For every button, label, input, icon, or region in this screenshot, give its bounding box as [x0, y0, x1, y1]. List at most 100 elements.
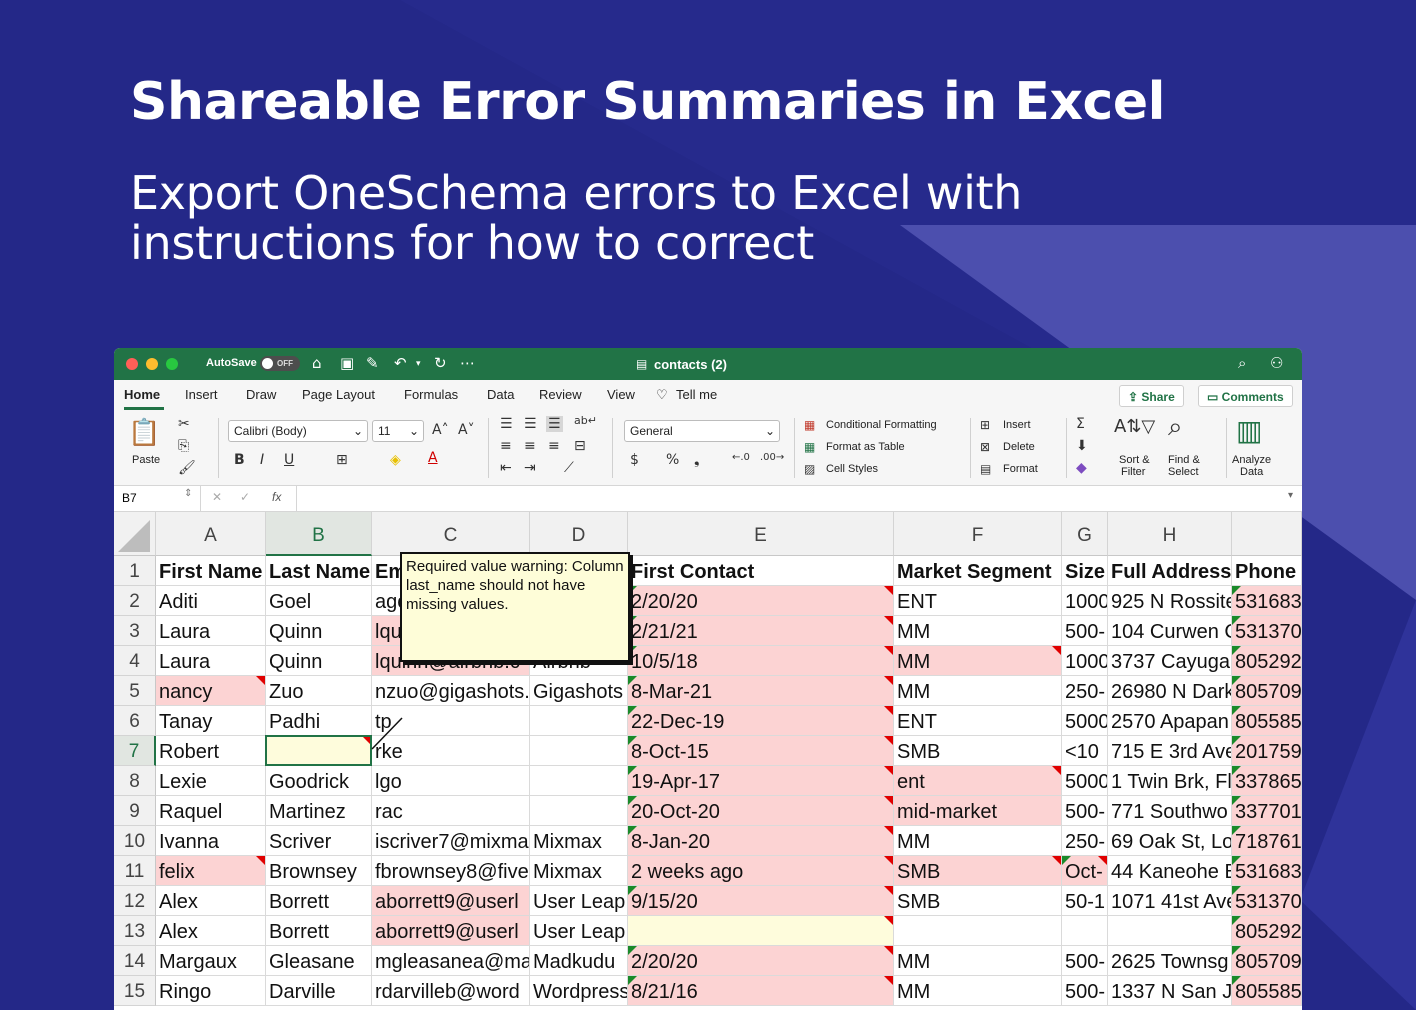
- cell-f14[interactable]: MM: [894, 946, 1062, 976]
- insert-button[interactable]: Insert: [1003, 419, 1031, 431]
- autosave-toggle[interactable]: OFF: [260, 356, 300, 371]
- cell-f8[interactable]: ent: [894, 766, 1062, 796]
- increase-font-icon[interactable]: A˄: [432, 422, 449, 438]
- comment-indicator-icon[interactable]: [884, 706, 893, 715]
- row-header-15[interactable]: 15: [114, 976, 156, 1006]
- tab-draw[interactable]: Draw: [246, 387, 276, 402]
- tab-review[interactable]: Review: [539, 387, 582, 402]
- cell-f9[interactable]: mid-market: [894, 796, 1062, 826]
- cell-f3[interactable]: MM: [894, 616, 1062, 646]
- cell-i13[interactable]: 805292: [1232, 916, 1302, 946]
- cell-b4[interactable]: Quinn: [266, 646, 372, 676]
- cell-c8[interactable]: lgo: [372, 766, 530, 796]
- row-header-2[interactable]: 2: [114, 586, 156, 616]
- cell-e3[interactable]: 2/21/21: [628, 616, 894, 646]
- percent-icon[interactable]: %: [666, 452, 679, 468]
- comments-button[interactable]: ▭ Comments: [1198, 385, 1293, 407]
- cell-i11[interactable]: 531683: [1232, 856, 1302, 886]
- formula-input[interactable]: [304, 486, 1284, 511]
- find-select-label-1[interactable]: Find &: [1168, 454, 1200, 466]
- cell-c13[interactable]: aborrett9@userl: [372, 916, 530, 946]
- cell-a14[interactable]: Margaux: [156, 946, 266, 976]
- fill-icon[interactable]: ⬇: [1076, 438, 1088, 454]
- comment-indicator-icon[interactable]: [884, 646, 893, 655]
- header-cell-a1[interactable]: First Name: [156, 556, 266, 586]
- row-header-1[interactable]: 1: [114, 556, 156, 586]
- cell-b5[interactable]: Zuo: [266, 676, 372, 706]
- cell-g10[interactable]: 250-: [1062, 826, 1108, 856]
- cell-g6[interactable]: 5000: [1062, 706, 1108, 736]
- row-header-12[interactable]: 12: [114, 886, 156, 916]
- paste-icon[interactable]: 📋: [128, 418, 160, 448]
- cell-g3[interactable]: 500-: [1062, 616, 1108, 646]
- fill-color-icon[interactable]: ◈: [390, 452, 401, 468]
- cell-a8[interactable]: Lexie: [156, 766, 266, 796]
- cell-h15[interactable]: 1337 N San Jo: [1108, 976, 1232, 1006]
- cell-f10[interactable]: MM: [894, 826, 1062, 856]
- row-header-8[interactable]: 8: [114, 766, 156, 796]
- cell-g12[interactable]: 50-1: [1062, 886, 1108, 916]
- wrap-text-icon[interactable]: ab↵: [574, 414, 597, 427]
- save-as-icon[interactable]: ✎: [366, 354, 379, 372]
- expand-formula-icon[interactable]: ▾: [1288, 490, 1293, 501]
- name-box-stepper-icon[interactable]: ⇕: [184, 488, 192, 499]
- cell-d8[interactable]: [530, 766, 628, 796]
- cell-d13[interactable]: User Leap: [530, 916, 628, 946]
- cell-c6[interactable]: tp: [372, 706, 530, 736]
- currency-icon[interactable]: $: [630, 452, 639, 468]
- cell-f12[interactable]: SMB: [894, 886, 1062, 916]
- cell-i14[interactable]: 805709: [1232, 946, 1302, 976]
- cell-d7[interactable]: [530, 736, 628, 766]
- find-select-label-2[interactable]: Select: [1168, 466, 1199, 478]
- row-header-9[interactable]: 9: [114, 796, 156, 826]
- tab-view[interactable]: View: [607, 387, 635, 402]
- cell-e11[interactable]: 2 weeks ago: [628, 856, 894, 886]
- analyze-data-label-2[interactable]: Data: [1240, 466, 1263, 478]
- comment-indicator-icon[interactable]: [884, 856, 893, 865]
- share-button[interactable]: ⇪ Share: [1119, 385, 1184, 407]
- cell-c12[interactable]: aborrett9@userl: [372, 886, 530, 916]
- header-cell-g1[interactable]: Size: [1062, 556, 1108, 586]
- row-header-5[interactable]: 5: [114, 676, 156, 706]
- cell-h4[interactable]: 3737 Cayuga: [1108, 646, 1232, 676]
- number-format-dropdown[interactable]: General ⌄: [624, 420, 780, 442]
- cell-a7[interactable]: Robert: [156, 736, 266, 766]
- cell-e9[interactable]: 20-Oct-20: [628, 796, 894, 826]
- row-header-13[interactable]: 13: [114, 916, 156, 946]
- cell-f4[interactable]: MM: [894, 646, 1062, 676]
- cell-g15[interactable]: 500-: [1062, 976, 1108, 1006]
- cell-e5[interactable]: 8-Mar-21: [628, 676, 894, 706]
- column-header-a[interactable]: A: [156, 512, 266, 556]
- conditional-formatting-button[interactable]: Conditional Formatting: [826, 419, 937, 431]
- cut-icon[interactable]: ✂: [178, 416, 190, 432]
- merge-icon[interactable]: ⊟: [574, 438, 586, 454]
- cell-c7[interactable]: rke: [372, 736, 530, 766]
- column-header-d[interactable]: D: [530, 512, 628, 556]
- cell-i15[interactable]: 805585: [1232, 976, 1302, 1006]
- row-header-10[interactable]: 10: [114, 826, 156, 856]
- analyze-data-label-1[interactable]: Analyze: [1232, 454, 1271, 466]
- cell-b9[interactable]: Martinez: [266, 796, 372, 826]
- cell-a3[interactable]: Laura: [156, 616, 266, 646]
- row-header-14[interactable]: 14: [114, 946, 156, 976]
- find-select-icon[interactable]: ⌕: [1168, 412, 1183, 443]
- cell-e4[interactable]: 10/5/18: [628, 646, 894, 676]
- comment-indicator-icon[interactable]: [1052, 646, 1061, 655]
- cell-b2[interactable]: Goel: [266, 586, 372, 616]
- cell-g5[interactable]: 250-: [1062, 676, 1108, 706]
- bold-icon[interactable]: B: [234, 452, 245, 468]
- cell-g7[interactable]: <10: [1062, 736, 1108, 766]
- decrease-indent-icon[interactable]: ⇤: [500, 460, 512, 476]
- align-bottom-icon[interactable]: ☰: [546, 416, 563, 432]
- cell-c9[interactable]: rac: [372, 796, 530, 826]
- cell-b6[interactable]: Padhi: [266, 706, 372, 736]
- cell-a13[interactable]: Alex: [156, 916, 266, 946]
- comment-indicator-icon[interactable]: [1052, 766, 1061, 775]
- cell-i12[interactable]: 531370: [1232, 886, 1302, 916]
- column-header-e[interactable]: E: [628, 512, 894, 556]
- font-size-dropdown[interactable]: 11 ⌄: [372, 420, 424, 442]
- cell-i6[interactable]: 805585: [1232, 706, 1302, 736]
- cell-b10[interactable]: Scriver: [266, 826, 372, 856]
- conditional-formatting-icon[interactable]: ▦: [804, 418, 815, 432]
- header-cell-f1[interactable]: Market Segment: [894, 556, 1062, 586]
